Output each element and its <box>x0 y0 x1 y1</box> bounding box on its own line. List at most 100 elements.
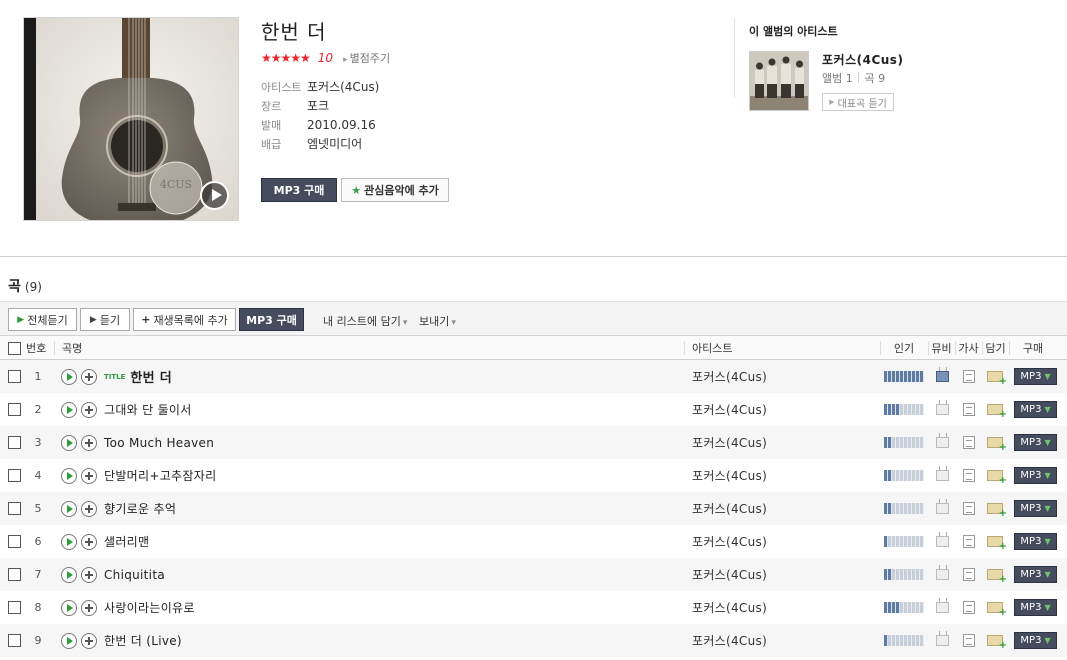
row-checkbox[interactable] <box>8 436 21 449</box>
header-popularity[interactable]: 인기 <box>880 336 928 360</box>
rate-link[interactable]: 별점주기 <box>343 50 390 66</box>
add-to-playlist-button[interactable]: + 재생목록에 추가 <box>133 308 236 331</box>
buy-mp3-track-button[interactable]: MP3 ▼ <box>1014 467 1057 484</box>
header-artist[interactable]: 아티스트 <box>684 336 880 360</box>
song-artist[interactable]: 포커스(4Cus) <box>692 360 767 393</box>
table-row[interactable]: 3 Too Much Heaven 포커스(4Cus) MP3▼ <box>0 426 1067 459</box>
add-track-icon[interactable] <box>81 401 97 418</box>
buy-mp3-track-button[interactable]: MP3 ▼ <box>1014 500 1057 517</box>
select-all-checkbox[interactable] <box>8 341 21 355</box>
buy-mp3-track-button[interactable]: MP3 ▼ <box>1014 368 1057 385</box>
table-row[interactable]: 5 향기로운 추억 포커스(4Cus) MP3▼ <box>0 492 1067 525</box>
row-checkbox[interactable] <box>8 535 21 548</box>
add-track-icon[interactable] <box>81 533 97 550</box>
table-row[interactable]: 2 그대와 단 둘이서 포커스(4Cus) MP3▼ <box>0 393 1067 426</box>
row-checkbox[interactable] <box>8 601 21 614</box>
buy-album-mp3-button[interactable]: MP3 구매 <box>261 178 337 202</box>
row-checkbox[interactable] <box>8 634 21 647</box>
song-artist[interactable]: 포커스(4Cus) <box>692 426 767 459</box>
lyrics-icon[interactable] <box>963 568 975 581</box>
play-track-icon[interactable] <box>61 401 77 418</box>
song-title[interactable]: 그대와 단 둘이서 <box>104 401 192 418</box>
song-title[interactable]: 향기로운 추억 <box>104 500 176 517</box>
song-artist[interactable]: 포커스(4Cus) <box>692 459 767 492</box>
song-title[interactable]: 한번 더 (Live) <box>104 632 182 649</box>
folder-add-icon[interactable] <box>987 569 1007 585</box>
buy-mp3-button[interactable]: MP3 구매 <box>239 308 304 331</box>
lyrics-icon[interactable] <box>963 370 975 383</box>
cover-play-button[interactable] <box>200 181 229 210</box>
play-track-icon[interactable] <box>61 434 77 451</box>
play-track-icon[interactable] <box>61 566 77 583</box>
play-track-icon[interactable] <box>61 467 77 484</box>
play-representative-button[interactable]: 대표곡 듣기 <box>822 93 894 111</box>
buy-mp3-track-button[interactable]: MP3 ▼ <box>1014 599 1057 616</box>
buy-mp3-track-button[interactable]: MP3 ▼ <box>1014 566 1057 583</box>
send-dropdown[interactable]: 보내기 <box>419 313 456 329</box>
folder-add-icon[interactable] <box>987 371 1007 387</box>
song-artist[interactable]: 포커스(4Cus) <box>692 558 767 591</box>
play-track-icon[interactable] <box>61 599 77 616</box>
folder-add-icon[interactable] <box>987 503 1007 519</box>
lyrics-icon[interactable] <box>963 469 975 482</box>
folder-add-icon[interactable] <box>987 404 1007 420</box>
add-track-icon[interactable] <box>81 632 97 649</box>
play-track-icon[interactable] <box>61 632 77 649</box>
song-artist[interactable]: 포커스(4Cus) <box>692 525 767 558</box>
add-track-icon[interactable] <box>81 599 97 616</box>
buy-mp3-track-button[interactable]: MP3 ▼ <box>1014 533 1057 550</box>
song-title[interactable]: 사랑이라는이유로 <box>104 599 195 616</box>
song-artist[interactable]: 포커스(4Cus) <box>692 591 767 624</box>
artist-photo[interactable] <box>749 51 809 111</box>
row-checkbox[interactable] <box>8 568 21 581</box>
add-track-icon[interactable] <box>81 434 97 451</box>
add-track-icon[interactable] <box>81 368 97 385</box>
lyrics-icon[interactable] <box>963 601 975 614</box>
tv-icon[interactable] <box>936 371 949 382</box>
song-artist[interactable]: 포커스(4Cus) <box>692 624 767 657</box>
my-list-dropdown[interactable]: 내 리스트에 담기 <box>323 313 407 329</box>
song-title[interactable]: Chiquitita <box>104 568 165 582</box>
song-title[interactable]: 한번 더 <box>130 367 172 386</box>
buy-mp3-track-button[interactable]: MP3 ▼ <box>1014 434 1057 451</box>
row-checkbox[interactable] <box>8 403 21 416</box>
header-title[interactable]: 곡명 <box>54 336 82 360</box>
album-cover[interactable]: 4CUS <box>23 17 239 221</box>
play-track-icon[interactable] <box>61 368 77 385</box>
table-row[interactable]: 1 TITLE 한번 더 포커스(4Cus) MP3▼ <box>0 360 1067 393</box>
play-all-button[interactable]: ▶ 전체듣기 <box>8 308 77 331</box>
row-checkbox[interactable] <box>8 370 21 383</box>
folder-add-icon[interactable] <box>987 536 1007 552</box>
add-track-icon[interactable] <box>81 566 97 583</box>
folder-add-icon[interactable] <box>987 635 1007 651</box>
song-title[interactable]: 샐러리맨 <box>104 533 149 550</box>
lyrics-icon[interactable] <box>963 436 975 449</box>
buy-mp3-track-button[interactable]: MP3 ▼ <box>1014 401 1057 418</box>
add-track-icon[interactable] <box>81 500 97 517</box>
play-track-icon[interactable] <box>61 500 77 517</box>
song-artist[interactable]: 포커스(4Cus) <box>692 492 767 525</box>
add-track-icon[interactable] <box>81 467 97 484</box>
folder-add-icon[interactable] <box>987 437 1007 453</box>
table-row[interactable]: 6 샐러리맨 포커스(4Cus) MP3▼ <box>0 525 1067 558</box>
song-title[interactable]: Too Much Heaven <box>104 436 214 450</box>
artist-name[interactable]: 포커스(4Cus) <box>822 51 903 68</box>
folder-add-icon[interactable] <box>987 602 1007 618</box>
table-row[interactable]: 4 단발머리+고추잠자리 포커스(4Cus) MP3▼ <box>0 459 1067 492</box>
table-row[interactable]: 8 사랑이라는이유로 포커스(4Cus) MP3▼ <box>0 591 1067 624</box>
lyrics-icon[interactable] <box>963 403 975 416</box>
row-checkbox[interactable] <box>8 502 21 515</box>
song-title[interactable]: 단발머리+고추잠자리 <box>104 467 216 484</box>
lyrics-icon[interactable] <box>963 502 975 515</box>
add-favorite-button[interactable]: ★ 관심음악에 추가 <box>341 178 449 202</box>
table-row[interactable]: 7 Chiquitita 포커스(4Cus) MP3▼ <box>0 558 1067 591</box>
lyrics-icon[interactable] <box>963 535 975 548</box>
play-track-icon[interactable] <box>61 533 77 550</box>
table-row[interactable]: 9 한번 더 (Live) 포커스(4Cus) MP3▼ <box>0 624 1067 657</box>
lyrics-icon[interactable] <box>963 634 975 647</box>
info-value[interactable]: 포커스(4Cus) <box>307 78 379 95</box>
song-artist[interactable]: 포커스(4Cus) <box>692 393 767 426</box>
folder-add-icon[interactable] <box>987 470 1007 486</box>
buy-mp3-track-button[interactable]: MP3 ▼ <box>1014 632 1057 649</box>
row-checkbox[interactable] <box>8 469 21 482</box>
